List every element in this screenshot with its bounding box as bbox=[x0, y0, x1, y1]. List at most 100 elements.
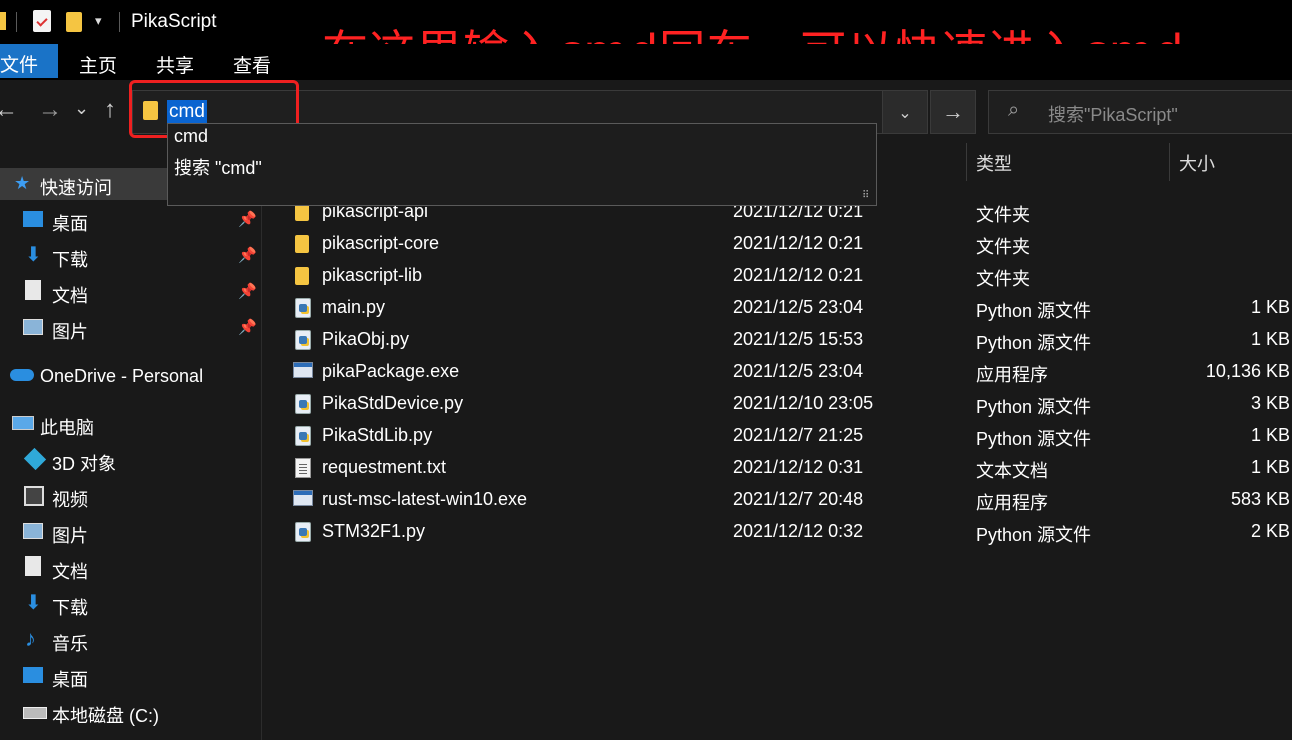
divider bbox=[119, 12, 120, 32]
file-row[interactable]: pikascript-lib 2021/12/12 0:21 文件夹 bbox=[282, 260, 1292, 292]
pin-icon[interactable]: 📌 bbox=[238, 246, 257, 264]
download-icon: ⬇ bbox=[25, 592, 42, 614]
file-type: 文件夹 bbox=[976, 269, 1030, 289]
address-history-chevron-icon[interactable]: ⌄ bbox=[882, 90, 928, 134]
sidebar-item-videos[interactable]: 视频 bbox=[52, 486, 88, 512]
back-arrow-icon[interactable]: ← bbox=[0, 96, 18, 124]
recent-locations-chevron-icon[interactable]: ⌄ bbox=[74, 98, 89, 119]
file-size: 2 KB bbox=[1250, 521, 1290, 541]
tab-home[interactable]: 主页 bbox=[79, 51, 117, 78]
autocomplete-item-cmd[interactable]: cmd bbox=[174, 126, 208, 147]
folder-icon bbox=[295, 235, 309, 253]
file-name[interactable]: pikascript-lib bbox=[322, 265, 422, 286]
file-row[interactable]: PikaStdDevice.py 2021/12/10 23:05 Python 源… bbox=[282, 388, 1292, 420]
file-type: 文件夹 bbox=[976, 237, 1030, 257]
navigation-pane bbox=[0, 142, 262, 740]
autocomplete-item-search-cmd[interactable]: 搜索 "cmd" bbox=[174, 154, 262, 180]
sidebar-item-downloads[interactable]: 下载 bbox=[52, 246, 88, 272]
file-name[interactable]: PikaStdDevice.py bbox=[322, 393, 463, 414]
sidebar-item-pictures[interactable]: 图片 bbox=[52, 318, 88, 344]
sidebar-item-documents-pc[interactable]: 文档 bbox=[52, 558, 88, 584]
file-size: 3 KB bbox=[1250, 393, 1290, 413]
sidebar-item-desktop[interactable]: 桌面 bbox=[52, 210, 88, 236]
tab-file[interactable]: 文件 bbox=[0, 44, 58, 78]
sidebar-item-local-disk[interactable]: 本地磁盘 (C:) bbox=[52, 702, 159, 728]
sidebar-item-downloads-pc[interactable]: 下载 bbox=[52, 594, 88, 620]
pin-icon[interactable]: 📌 bbox=[238, 318, 257, 336]
file-name[interactable]: PikaObj.py bbox=[322, 329, 409, 350]
file-row[interactable]: pikascript-core 2021/12/12 0:21 文件夹 bbox=[282, 228, 1292, 260]
tab-share[interactable]: 共享 bbox=[156, 51, 194, 78]
go-arrow-icon[interactable]: → bbox=[930, 90, 976, 134]
python-file-icon bbox=[295, 394, 311, 414]
sidebar-item-onedrive[interactable]: OneDrive - Personal bbox=[40, 366, 203, 387]
file-date-modified: 2021/12/12 0:32 bbox=[733, 521, 864, 541]
column-header-size[interactable]: 大小 bbox=[1179, 150, 1215, 176]
column-header-type[interactable]: 类型 bbox=[976, 150, 1012, 176]
sidebar-label-quick-access: 快速访问 bbox=[40, 178, 112, 198]
file-row[interactable]: rust-msc-latest-win10.exe 2021/12/7 20:48… bbox=[282, 484, 1292, 516]
file-date-modified: 2021/12/12 0:21 bbox=[733, 233, 864, 253]
file-size: 583 KB bbox=[1230, 489, 1290, 509]
divider bbox=[16, 12, 17, 32]
file-size: 10,136 KB bbox=[1205, 361, 1290, 381]
sidebar-item-desktop-pc[interactable]: 桌面 bbox=[52, 666, 88, 692]
file-row[interactable]: pikaPackage.exe 2021/12/5 23:04 应用程序 10,136… bbox=[282, 356, 1292, 388]
file-name[interactable]: pikaPackage.exe bbox=[322, 361, 459, 382]
sidebar-item-this-pc[interactable]: 此电脑 bbox=[40, 414, 94, 440]
pictures-icon bbox=[23, 319, 43, 335]
folder-icon bbox=[295, 267, 309, 285]
file-name[interactable]: pikascript-core bbox=[322, 233, 439, 254]
file-type: 文件夹 bbox=[976, 205, 1030, 225]
folder-icon bbox=[0, 12, 6, 30]
documents-icon bbox=[25, 280, 41, 300]
autocomplete-dropdown bbox=[167, 123, 877, 206]
file-type: Python 源文件 bbox=[976, 397, 1092, 417]
desktop-icon bbox=[23, 667, 43, 683]
file-size: 1 KB bbox=[1250, 457, 1290, 477]
window-title: PikaScript bbox=[131, 11, 217, 32]
file-name[interactable]: rust-msc-latest-win10.exe bbox=[322, 489, 527, 510]
onedrive-cloud-icon bbox=[10, 369, 34, 381]
drive-icon bbox=[23, 707, 47, 719]
file-name[interactable]: STM32F1.py bbox=[322, 521, 425, 542]
file-row[interactable]: PikaStdLib.py 2021/12/7 21:25 Python 源文件 1 … bbox=[282, 420, 1292, 452]
customize-toolbar-icon[interactable]: ▾ bbox=[95, 13, 102, 29]
application-icon bbox=[293, 490, 313, 506]
forward-arrow-icon[interactable]: → bbox=[38, 96, 62, 124]
sidebar-item-3d-objects[interactable]: 3D 对象 bbox=[52, 450, 116, 476]
file-row[interactable]: requestment.txt 2021/12/12 0:31 文本文档 1 KB bbox=[282, 452, 1292, 484]
up-arrow-icon[interactable]: ↑ bbox=[104, 96, 116, 124]
file-name[interactable]: main.py bbox=[322, 297, 385, 318]
properties-icon[interactable] bbox=[33, 10, 51, 32]
pictures-icon bbox=[23, 523, 43, 539]
file-date-modified: 2021/12/5 23:04 bbox=[733, 361, 864, 381]
new-folder-icon[interactable] bbox=[66, 12, 82, 32]
sidebar-item-pictures-pc[interactable]: 图片 bbox=[52, 522, 88, 548]
file-row[interactable]: PikaObj.py 2021/12/5 15:53 Python 源文件 1 KB bbox=[282, 324, 1292, 356]
sidebar-item-documents[interactable]: 文档 bbox=[52, 282, 88, 308]
column-divider[interactable] bbox=[1169, 143, 1170, 181]
python-file-icon bbox=[295, 330, 311, 350]
file-type: Python 源文件 bbox=[976, 525, 1092, 545]
file-name[interactable]: requestment.txt bbox=[322, 457, 446, 478]
tab-view[interactable]: 查看 bbox=[233, 51, 271, 78]
file-size: 1 KB bbox=[1250, 329, 1290, 349]
column-divider[interactable] bbox=[966, 143, 967, 181]
file-date-modified: 2021/12/10 23:05 bbox=[733, 393, 874, 413]
text-file-icon bbox=[295, 458, 311, 478]
file-date-modified: 2021/12/7 20:48 bbox=[733, 489, 864, 509]
application-icon bbox=[293, 362, 313, 378]
music-icon: ♪ bbox=[25, 626, 36, 651]
file-type: Python 源文件 bbox=[976, 301, 1092, 321]
pin-icon[interactable]: 📌 bbox=[238, 210, 257, 228]
sidebar-item-music[interactable]: 音乐 bbox=[52, 630, 88, 656]
python-file-icon bbox=[295, 426, 311, 446]
search-placeholder: 搜索"PikaScript" bbox=[1048, 105, 1178, 125]
videos-icon bbox=[24, 486, 44, 506]
pin-icon[interactable]: 📌 bbox=[238, 282, 257, 300]
file-name[interactable]: PikaStdLib.py bbox=[322, 425, 432, 446]
file-row[interactable]: STM32F1.py 2021/12/12 0:32 Python 源文件 2 KB bbox=[282, 516, 1292, 548]
file-row[interactable]: main.py 2021/12/5 23:04 Python 源文件 1 KB bbox=[282, 292, 1292, 324]
resize-grip-icon[interactable]: ⠿ bbox=[862, 190, 869, 201]
